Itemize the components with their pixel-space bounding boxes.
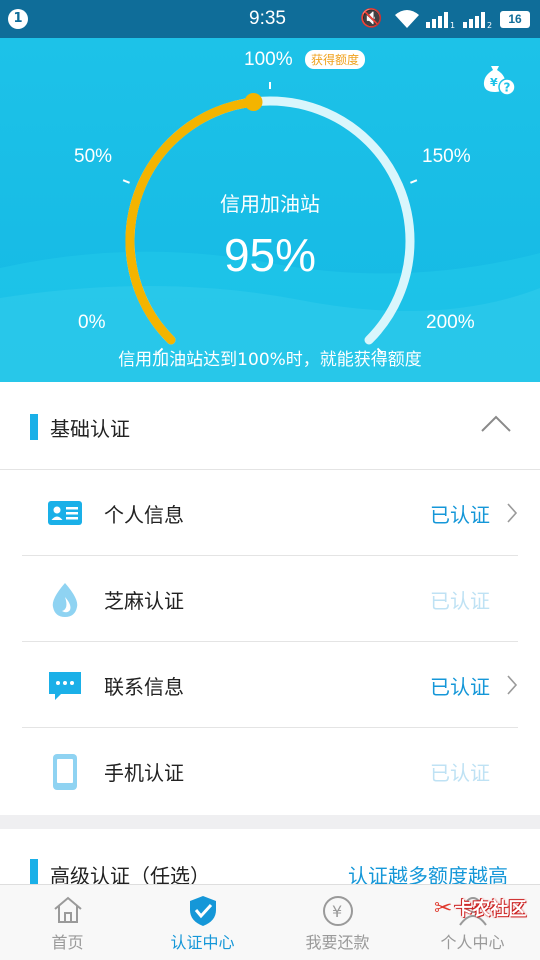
svg-text:¥: ¥ xyxy=(332,902,342,921)
money-bag-help-icon[interactable]: ¥ ? xyxy=(478,58,518,98)
gauge-label-100: 100% xyxy=(244,49,293,70)
id-card-icon xyxy=(48,501,82,525)
auth-item-contacts[interactable]: 联系信息 已认证 xyxy=(22,642,518,728)
section-accent-bar xyxy=(30,414,38,440)
get-quota-badge: 获得额度 xyxy=(305,50,366,69)
signal-1-icon: 1 xyxy=(426,12,455,28)
auth-item-label: 芝麻认证 xyxy=(104,589,184,613)
gauge-progress-arc xyxy=(125,97,258,345)
phone-icon xyxy=(53,754,77,790)
battery-indicator: 16 xyxy=(500,11,530,28)
nav-repay[interactable]: ¥ 我要还款 xyxy=(270,885,405,960)
nav-home[interactable]: 首页 xyxy=(0,885,135,960)
watermark-mark-icon: ✂ xyxy=(434,896,453,921)
chevron-up-icon[interactable] xyxy=(480,414,512,434)
notification-count-badge: 1 xyxy=(8,9,28,29)
gauge-ticks xyxy=(122,82,418,355)
mute-icon: 🔇 xyxy=(360,8,383,29)
nav-label: 认证中心 xyxy=(170,933,235,952)
auth-item-personal-info[interactable]: 个人信息 已认证 xyxy=(22,470,518,556)
svg-text:?: ? xyxy=(504,81,511,95)
advanced-auth-section[interactable]: 高级认证（任选） 认证越多额度越高 xyxy=(0,829,540,889)
wifi-icon xyxy=(395,10,419,28)
svg-text:1: 1 xyxy=(450,21,455,28)
auth-status-verified: 已认证 xyxy=(430,675,490,699)
gauge-label-200: 200% xyxy=(426,312,475,333)
auth-item-phone[interactable]: 手机认证 已认证 xyxy=(22,728,518,814)
auth-item-label: 个人信息 xyxy=(104,503,184,527)
nav-label: 个人中心 xyxy=(440,933,505,952)
section-accent-bar xyxy=(30,859,38,885)
gauge-label-0: 0% xyxy=(78,312,106,333)
chevron-right-icon[interactable] xyxy=(506,502,518,524)
watermark-logo: ✂ 卡农社区 xyxy=(434,895,526,921)
auth-status-verified: 已认证 xyxy=(430,503,490,527)
auth-item-sesame[interactable]: 芝麻认证 已认证 xyxy=(22,556,518,642)
status-time: 9:35 xyxy=(249,8,286,29)
auth-item-label: 联系信息 xyxy=(104,675,184,699)
gauge-caption: 信用加油站达到100%时，就能获得额度 xyxy=(118,350,422,370)
nav-label: 首页 xyxy=(51,933,84,952)
gauge-label-50: 50% xyxy=(74,146,113,167)
credit-gauge-header: 0% 50% 100% 150% 200% 获得额度 ¥ ? 信用加油站 95%… xyxy=(0,38,540,382)
nav-label: 我要还款 xyxy=(305,933,370,952)
auth-status-pending: 已认证 xyxy=(430,589,490,613)
home-icon xyxy=(53,896,82,923)
gauge-tick-50 xyxy=(122,179,130,184)
signal-2-icon: 2 xyxy=(463,12,492,28)
basic-auth-header[interactable]: 基础认证 xyxy=(0,382,540,470)
gauge-label-150: 150% xyxy=(422,146,471,167)
gauge-title: 信用加油站 xyxy=(220,192,320,216)
gauge-value: 95% xyxy=(223,229,317,281)
yen-coin-icon: ¥ xyxy=(322,896,353,926)
gauge-tick-150 xyxy=(410,179,418,184)
nav-auth-center[interactable]: 认证中心 xyxy=(135,885,270,960)
svg-text:2: 2 xyxy=(487,21,492,28)
chevron-right-icon[interactable] xyxy=(506,674,518,696)
status-bar: 1 9:35 🔇 1 2 16 xyxy=(0,0,540,38)
auth-item-label: 手机认证 xyxy=(104,761,184,785)
gauge-progress-knob xyxy=(244,93,263,111)
sesame-drop-icon xyxy=(52,583,78,617)
watermark-text: 卡农社区 xyxy=(454,899,527,920)
shield-check-icon xyxy=(189,896,216,926)
auth-status-pending: 已认证 xyxy=(430,761,490,785)
basic-auth-title: 基础认证 xyxy=(50,417,130,441)
chat-bubble-icon xyxy=(49,672,81,700)
basic-auth-section: 基础认证 个人信息 已认证 芝麻认证 已认证 联系信息 已认证 手机认证 已认证 xyxy=(0,382,540,815)
svg-text:¥: ¥ xyxy=(490,76,498,89)
